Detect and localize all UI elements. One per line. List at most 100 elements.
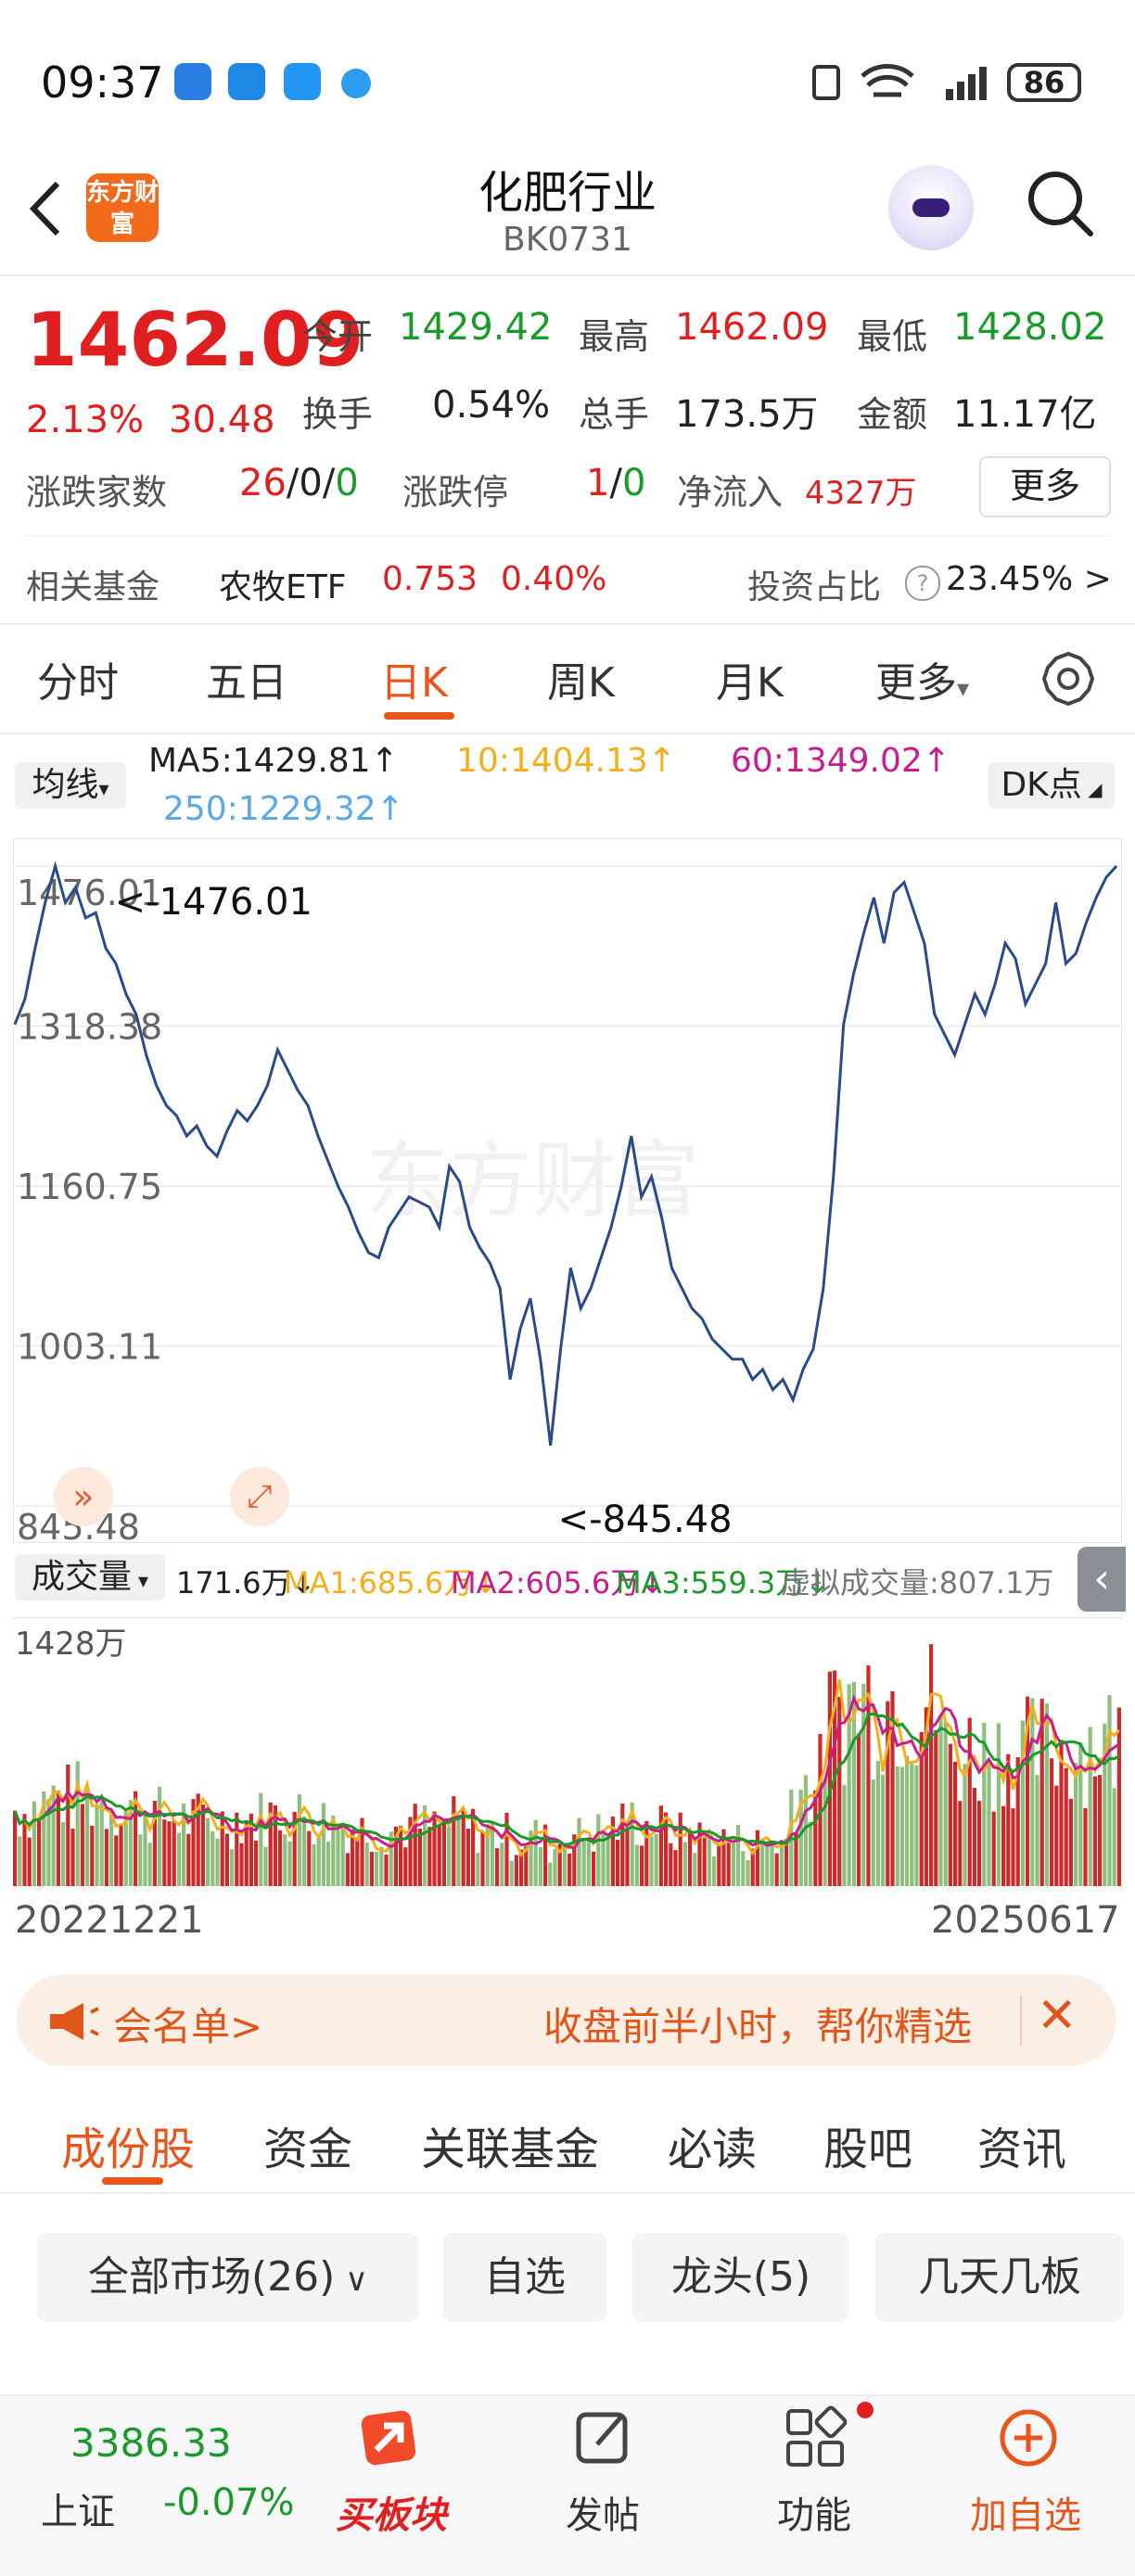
volume-bar: [75, 1761, 80, 1886]
volume-bar: [70, 1829, 75, 1886]
volume-bar: [741, 1851, 746, 1886]
volume-bar: [172, 1820, 176, 1886]
volume-bar: [562, 1846, 567, 1886]
volume-bar: [399, 1825, 403, 1886]
price-line-chart[interactable]: 东方财富 1476.011318.381160.751003.11845.48 …: [13, 838, 1122, 1543]
collapse-panel-button[interactable]: ‹: [1078, 1547, 1126, 1612]
volume-bar: [80, 1804, 84, 1886]
search-icon[interactable]: [1024, 167, 1096, 239]
volume-bar: [364, 1842, 369, 1886]
tab-daily-k[interactable]: 日K: [380, 649, 448, 708]
amount-label: 金额: [857, 394, 928, 435]
volume-bar: [991, 1811, 996, 1886]
volume-bar: [616, 1840, 620, 1886]
volume-bar: [500, 1843, 504, 1886]
tab-must-read[interactable]: 必读: [668, 2112, 757, 2177]
ma-select[interactable]: 均线▾: [15, 762, 126, 809]
volume-bar: [215, 1838, 220, 1886]
volume-bar: [278, 1830, 283, 1886]
add-watchlist-label[interactable]: 加自选: [970, 2485, 1081, 2539]
ma10-value: 10:1404.13↑: [456, 742, 676, 780]
volume-bar: [678, 1812, 682, 1886]
volume-bar: [948, 1743, 952, 1886]
related-fund-name[interactable]: 农牧ETF: [219, 560, 346, 608]
volume-bar: [66, 1764, 70, 1886]
volume-bar: [283, 1834, 287, 1886]
tab-news[interactable]: 资讯: [977, 2112, 1066, 2177]
volume-bar: [1112, 1788, 1116, 1886]
volume-bar: [417, 1828, 422, 1886]
volume-bar: [553, 1849, 557, 1886]
volume-bar: [162, 1819, 167, 1886]
volume-bar: [606, 1836, 610, 1886]
volume-bar: [857, 1733, 861, 1886]
volume-bar: [977, 1801, 982, 1886]
filter-consecutive-limit[interactable]: 几天几板: [875, 2233, 1124, 2322]
filter-all-markets[interactable]: 全部市场(26) ∨: [37, 2233, 419, 2322]
volume-bar: [649, 1836, 654, 1886]
volume-bar: [18, 1836, 22, 1886]
assistant-robot-icon[interactable]: [888, 165, 974, 250]
volume-bar: [702, 1835, 707, 1886]
tab-forum[interactable]: 股吧: [823, 2112, 912, 2177]
investment-ratio-value[interactable]: 23.45% >: [946, 560, 1112, 598]
volume-bar: [307, 1830, 312, 1886]
volume-bar: [224, 1833, 229, 1886]
volume-bar: [61, 1821, 66, 1886]
volume-bar: [230, 1849, 235, 1886]
settings-gear-icon[interactable]: [1040, 651, 1096, 707]
volume-bar: [138, 1834, 143, 1886]
tab-five-day[interactable]: 五日: [206, 649, 287, 708]
volume-bar: [586, 1839, 591, 1886]
volume-bar: [316, 1836, 321, 1886]
volume-bar: [910, 1763, 914, 1886]
tab-weekly-k[interactable]: 周K: [547, 649, 615, 708]
volume-bar: [114, 1835, 119, 1886]
volume-bar: [514, 1855, 518, 1886]
y-axis-tick-label: 1003.11: [17, 1327, 162, 1368]
volume-bar: [1074, 1763, 1078, 1886]
more-button[interactable]: 更多: [979, 456, 1111, 517]
post-edit-icon[interactable]: [571, 2405, 636, 2470]
help-icon[interactable]: ?: [905, 566, 940, 601]
volume-bar: [712, 1856, 717, 1886]
index-value[interactable]: 3386.33: [70, 2420, 232, 2466]
high-value: 1462.09: [675, 306, 829, 349]
tab-monthly-k[interactable]: 月K: [716, 649, 784, 708]
fullscreen-icon[interactable]: ⤢: [230, 1467, 289, 1526]
filter-watchlist[interactable]: 自选: [443, 2233, 606, 2322]
index-pct[interactable]: -0.07%: [163, 2481, 295, 2524]
tab-more[interactable]: 更多▾: [875, 649, 969, 708]
buy-sector-label[interactable]: 买板块: [336, 2485, 447, 2539]
volume-bar: [32, 1801, 36, 1886]
volume-bar: [456, 1816, 461, 1886]
functions-grid-icon[interactable]: [783, 2405, 848, 2470]
expand-right-icon[interactable]: »: [54, 1467, 113, 1526]
chevron-down-icon: ∨: [335, 2262, 369, 2299]
buy-sector-icon[interactable]: [356, 2405, 421, 2470]
tab-timeshare[interactable]: 分时: [37, 649, 119, 708]
high-marker-label: <-1476.01: [115, 881, 312, 924]
ma250-value: 250:1229.32↑: [163, 790, 404, 828]
amount-value: 11.17亿: [953, 393, 1097, 436]
functions-label[interactable]: 功能: [777, 2485, 851, 2539]
volume-bar: [326, 1842, 331, 1886]
index-name[interactable]: 上证: [41, 2481, 115, 2535]
tab-funds-flow[interactable]: 资金: [263, 2112, 352, 2177]
volume-bar: [413, 1804, 417, 1886]
volume-bar: [673, 1850, 678, 1886]
filter-leaders[interactable]: 龙头(5): [632, 2233, 849, 2322]
tab-constituents[interactable]: 成份股: [61, 2112, 195, 2177]
limit-values: 1/0: [586, 462, 646, 504]
add-watchlist-icon[interactable]: [996, 2405, 1061, 2470]
megaphone-icon: [50, 2003, 99, 2040]
volume-bar: [736, 1824, 741, 1886]
close-icon[interactable]: ✕: [1037, 1988, 1078, 2044]
volume-indicator-select[interactable]: 成交量 ▾: [15, 1554, 165, 1600]
dk-point-button[interactable]: DK点 ◢: [988, 762, 1115, 809]
volume-bar: [640, 1845, 644, 1886]
volume-bar: [895, 1766, 899, 1886]
tab-related-funds[interactable]: 关联基金: [421, 2112, 599, 2177]
volume-bar: [490, 1823, 494, 1886]
post-label[interactable]: 发帖: [566, 2485, 640, 2539]
